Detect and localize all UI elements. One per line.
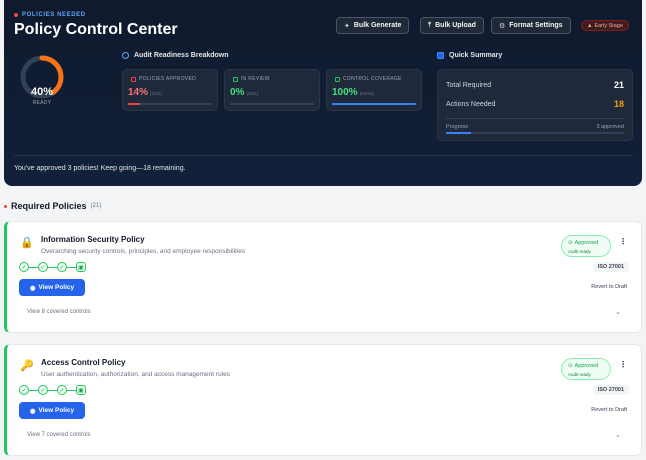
hero-divider (14, 155, 632, 156)
bulk-upload-button[interactable]: ⤒ Bulk Upload (420, 17, 484, 34)
revert-to-draft-button[interactable]: Revert to Draft (591, 407, 627, 413)
eyebrow: POLICIES NEEDED (14, 12, 86, 18)
metric-bar (332, 103, 416, 105)
page-title: Policy Control Center (14, 21, 178, 38)
actions-needed-value: 18 (613, 99, 624, 109)
covered-controls-toggle[interactable]: View 7 covered controls (27, 432, 91, 438)
metric-control-coverage: CONTROL COVERAGE 100% (64/64) (326, 69, 422, 111)
policy-stepper: ✓ ✓ ✓ ▣ (19, 385, 86, 395)
shield-check-icon: ▣ (76, 385, 86, 395)
metric-policies-approved: POLICIES APPROVED 14% (3/21) (122, 69, 218, 111)
shield-icon (335, 76, 340, 82)
covered-controls-toggle[interactable]: View 8 covered controls (27, 309, 91, 315)
total-required-value: 21 (613, 80, 624, 90)
eye-icon: ◉ (29, 284, 36, 292)
total-required-label: Total Required (446, 81, 492, 89)
metric-bar (230, 103, 314, 105)
stage-badge: ▲ Early Stage (581, 20, 629, 31)
check-circle-icon: ✓ (57, 262, 67, 272)
policy-card: 🔑 Access Control Policy User authenticat… (4, 344, 642, 456)
policy-title: Information Security Policy (41, 235, 145, 244)
quick-summary: Total Required 21 Actions Needed 18 Progre… (437, 69, 633, 141)
summary-heading: Quick Summary (437, 52, 502, 59)
revert-to-draft-button[interactable]: Revert to Draft (591, 284, 627, 290)
gear-icon: ⚙ (499, 22, 506, 30)
required-policies-heading: Required Policies (21) (4, 201, 101, 211)
document-icon (437, 52, 444, 59)
metric-value: 100% (332, 87, 358, 98)
readiness-percent: 40% (30, 86, 54, 98)
progress-bar (446, 132, 624, 134)
metric-bar-fill (128, 103, 140, 105)
target-icon (122, 52, 129, 59)
more-options-icon[interactable]: ⋮ (619, 360, 627, 369)
chevron-down-icon[interactable]: ⌄ (615, 308, 621, 316)
shield-check-icon: ▣ (76, 262, 86, 272)
policy-stepper: ✓ ✓ ✓ ▣ (19, 262, 86, 272)
chevron-down-icon[interactable]: ⌄ (615, 431, 621, 439)
metric-bar (128, 103, 212, 105)
clock-icon (233, 76, 238, 82)
upload-icon: ⤒ (428, 21, 432, 29)
status-badge: ⊙ Approved Audit ready (561, 235, 611, 257)
metric-value: 0% (230, 87, 245, 98)
key-icon: 🔑 (20, 360, 34, 372)
check-circle-icon: ✓ (19, 262, 29, 272)
framework-badge: ISO 27001 (592, 385, 629, 395)
readiness-label: READY (32, 100, 52, 106)
policy-description: User authentication, authorization, and … (41, 371, 230, 378)
framework-badge: ISO 27001 (592, 262, 629, 272)
document-icon (131, 76, 136, 82)
eye-icon: ◉ (29, 407, 36, 415)
policy-count: (21) (90, 203, 102, 209)
view-policy-button[interactable]: ◉ View Policy (19, 279, 85, 296)
check-circle-icon: ✓ (38, 262, 48, 272)
flame-icon: ▲ (587, 22, 593, 29)
metric-in-review: IN REVIEW 0% (0/21) (224, 69, 320, 111)
policy-title: Access Control Policy (41, 358, 126, 367)
progress-bar-fill (446, 132, 471, 134)
progress-value: 3 approved (596, 124, 624, 130)
status-dot-icon (14, 13, 18, 17)
metric-bar-fill (332, 103, 416, 105)
hero-panel: POLICIES NEEDED Policy Control Center ✦ B… (4, 0, 642, 186)
sparkles-icon: ✦ (344, 22, 350, 30)
check-circle-icon: ⊙ (568, 363, 573, 369)
metric-sub: (3/21) (150, 91, 162, 96)
lock-icon: 🔒 (20, 237, 34, 249)
check-circle-icon: ✓ (38, 385, 48, 395)
bullet-icon (4, 204, 7, 208)
metric-value: 14% (128, 87, 149, 98)
audit-heading: Audit Readiness Breakdown (122, 52, 229, 59)
encouragement-text: You've approved 3 policies! Keep going—1… (14, 165, 186, 172)
check-circle-icon: ✓ (57, 385, 67, 395)
metric-sub: (64/64) (359, 91, 374, 96)
summary-divider (446, 118, 624, 119)
view-policy-button[interactable]: ◉ View Policy (19, 402, 85, 419)
progress-label: Progress (446, 124, 469, 130)
status-badge: ⊙ Approved Audit ready (561, 358, 611, 380)
bulk-generate-button[interactable]: ✦ Bulk Generate (336, 17, 410, 34)
check-circle-icon: ✓ (19, 385, 29, 395)
policy-description: Overarching security controls, principle… (41, 248, 246, 255)
actions-needed-label: Actions Needed (446, 100, 496, 108)
metric-sub: (0/21) (246, 91, 259, 96)
check-circle-icon: ⊙ (568, 240, 573, 246)
policy-card: 🔒 Information Security Policy Overarchin… (4, 221, 642, 333)
format-settings-button[interactable]: ⚙ Format Settings (491, 17, 571, 34)
more-options-icon[interactable]: ⋮ (619, 237, 627, 246)
